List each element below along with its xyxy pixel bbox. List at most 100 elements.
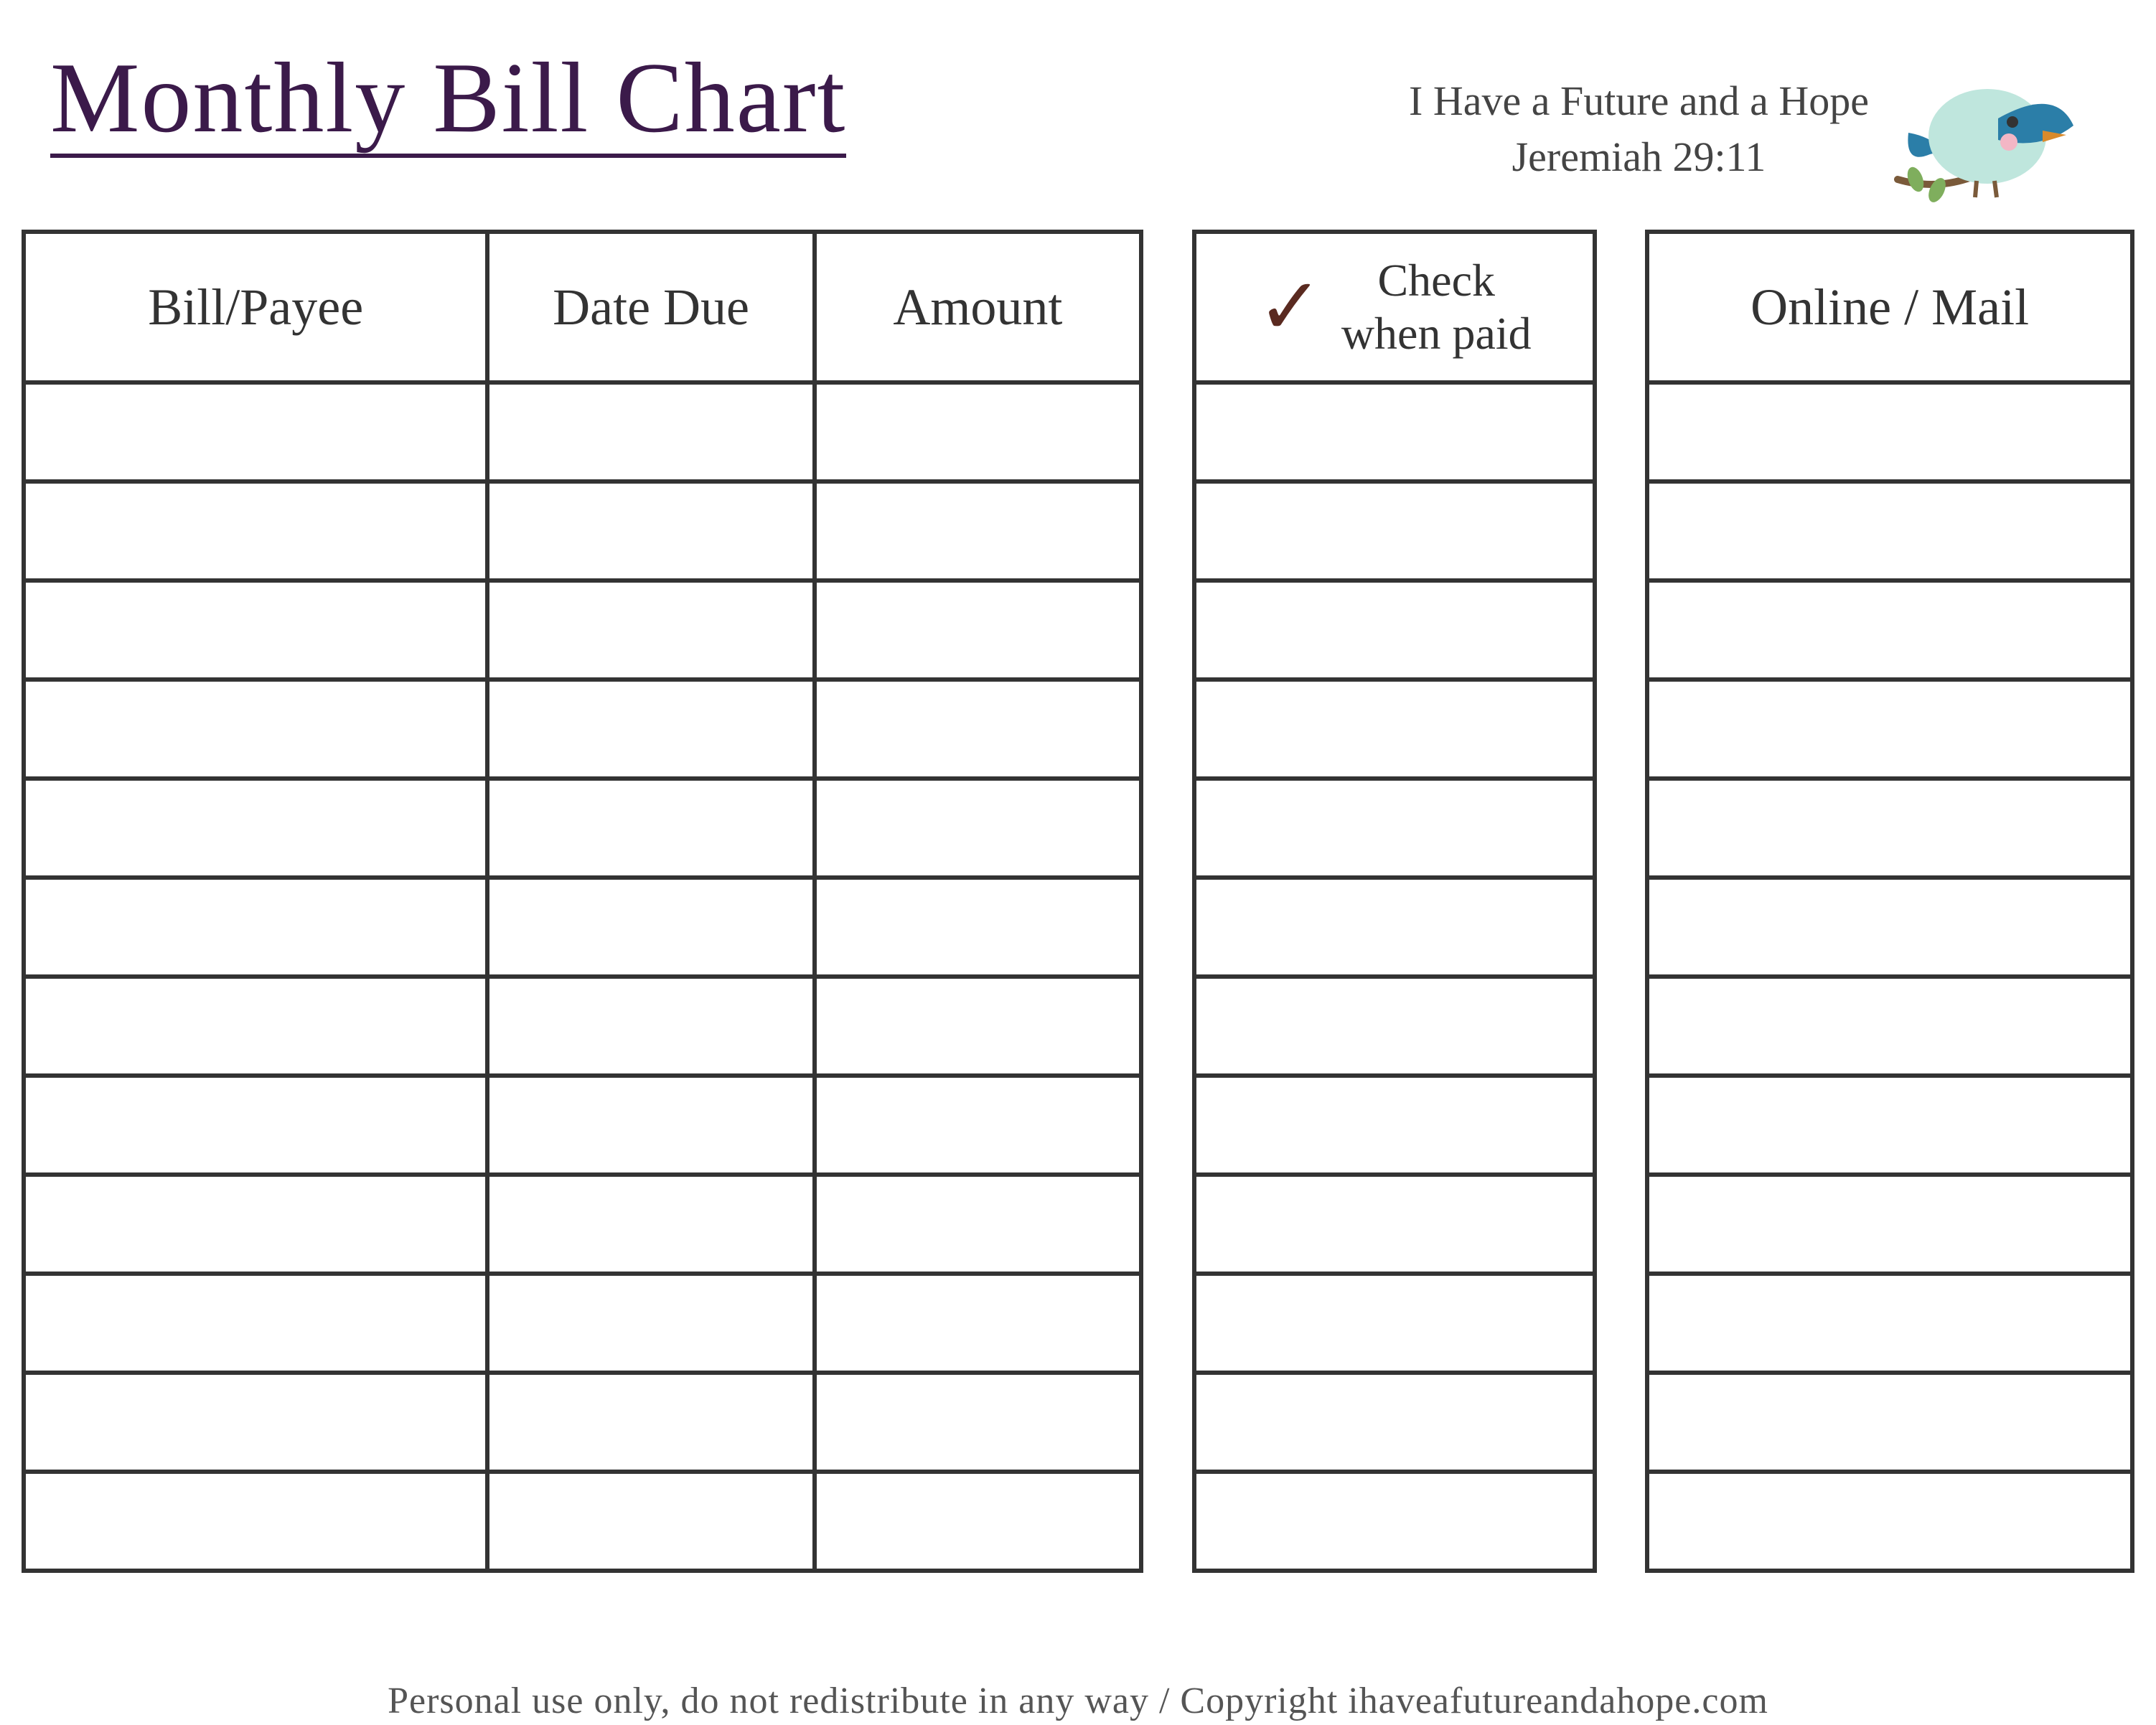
cell-check[interactable] [1194,977,1595,1076]
cell-online-mail[interactable] [1647,1472,2132,1571]
col-header-online-mail: Online / Mail [1647,232,2132,382]
check-label-line-1: Check [1377,255,1495,306]
cell-amount[interactable] [815,680,1141,779]
table-row [24,1373,2132,1472]
table-row [24,680,2132,779]
cell-gap-2 [1595,1373,1647,1472]
cell-check[interactable] [1194,481,1595,581]
table-row [24,1274,2132,1373]
cell-date-due[interactable] [487,382,814,481]
cell-amount[interactable] [815,1274,1141,1373]
table-row [24,1076,2132,1175]
cell-date-due[interactable] [487,977,814,1076]
cell-payee[interactable] [24,1373,487,1472]
cell-payee[interactable] [24,779,487,878]
cell-check[interactable] [1194,1472,1595,1571]
cell-gap-2 [1595,878,1647,977]
cell-date-due[interactable] [487,1274,814,1373]
table-row [24,878,2132,977]
check-label-line-2: when paid [1341,308,1532,359]
cell-online-mail[interactable] [1647,382,2132,481]
cell-payee[interactable] [24,878,487,977]
cell-payee[interactable] [24,1472,487,1571]
cell-check[interactable] [1194,1373,1595,1472]
cell-date-due[interactable] [487,1373,814,1472]
bird-icon [1890,50,2091,208]
table-row [24,977,2132,1076]
cell-payee[interactable] [24,1274,487,1373]
cell-online-mail[interactable] [1647,680,2132,779]
col-header-date-due: Date Due [487,232,814,382]
cell-online-mail[interactable] [1647,1274,2132,1373]
cell-online-mail[interactable] [1647,977,2132,1076]
cell-amount[interactable] [815,1175,1141,1274]
cell-payee[interactable] [24,1076,487,1175]
cell-date-due[interactable] [487,779,814,878]
table-row [24,382,2132,481]
cell-date-due[interactable] [487,680,814,779]
cell-online-mail[interactable] [1647,779,2132,878]
table-header-row: Bill/Payee Date Due Amount ✓ Check when … [24,232,2132,382]
cell-payee[interactable] [24,1175,487,1274]
cell-check[interactable] [1194,382,1595,481]
header-right: I Have a Future and a Hope Jeremiah 29:1… [1409,50,2091,208]
cell-gap-2 [1595,680,1647,779]
cell-gap-1 [1141,1373,1194,1472]
cell-amount[interactable] [815,1472,1141,1571]
cell-check[interactable] [1194,1274,1595,1373]
cell-gap-1 [1141,481,1194,581]
cell-online-mail[interactable] [1647,581,2132,680]
cell-gap-1 [1141,977,1194,1076]
cell-amount[interactable] [815,382,1141,481]
bill-table: Bill/Payee Date Due Amount ✓ Check when … [22,230,2134,1573]
cell-gap-1 [1141,382,1194,481]
cell-gap-2 [1595,1472,1647,1571]
cell-payee[interactable] [24,382,487,481]
cell-payee[interactable] [24,581,487,680]
cell-payee[interactable] [24,977,487,1076]
cell-payee[interactable] [24,680,487,779]
cell-amount[interactable] [815,581,1141,680]
cell-amount[interactable] [815,977,1141,1076]
page-title: Monthly Bill Chart [50,43,846,158]
cell-date-due[interactable] [487,1472,814,1571]
cell-amount[interactable] [815,481,1141,581]
cell-online-mail[interactable] [1647,1175,2132,1274]
footer-text: Personal use only, do not redistribute i… [0,1680,2156,1722]
cell-online-mail[interactable] [1647,1076,2132,1175]
cell-amount[interactable] [815,779,1141,878]
table-row [24,779,2132,878]
checkmark-icon: ✓ [1257,268,1323,347]
cell-online-mail[interactable] [1647,1373,2132,1472]
cell-check[interactable] [1194,1076,1595,1175]
cell-gap-2 [1595,481,1647,581]
cell-check[interactable] [1194,680,1595,779]
cell-online-mail[interactable] [1647,481,2132,581]
cell-gap-1 [1141,1076,1194,1175]
cell-gap-1 [1141,779,1194,878]
cell-date-due[interactable] [487,581,814,680]
cell-amount[interactable] [815,1373,1141,1472]
cell-gap-1 [1141,680,1194,779]
cell-gap-2 [1595,977,1647,1076]
cell-check[interactable] [1194,878,1595,977]
cell-date-due[interactable] [487,1076,814,1175]
cell-check[interactable] [1194,779,1595,878]
cell-gap-1 [1141,878,1194,977]
cell-gap-2 [1595,1076,1647,1175]
cell-check[interactable] [1194,581,1595,680]
cell-check[interactable] [1194,1175,1595,1274]
col-header-check-when-paid: ✓ Check when paid [1194,232,1595,382]
cell-gap-1 [1141,1175,1194,1274]
cell-amount[interactable] [815,1076,1141,1175]
cell-date-due[interactable] [487,1175,814,1274]
col-header-payee: Bill/Payee [24,232,487,382]
cell-online-mail[interactable] [1647,878,2132,977]
cell-gap-2 [1595,779,1647,878]
cell-date-due[interactable] [487,878,814,977]
scripture-block: I Have a Future and a Hope Jeremiah 29:1… [1409,73,1869,186]
col-gap-2 [1595,232,1647,382]
cell-amount[interactable] [815,878,1141,977]
cell-date-due[interactable] [487,481,814,581]
cell-payee[interactable] [24,481,487,581]
